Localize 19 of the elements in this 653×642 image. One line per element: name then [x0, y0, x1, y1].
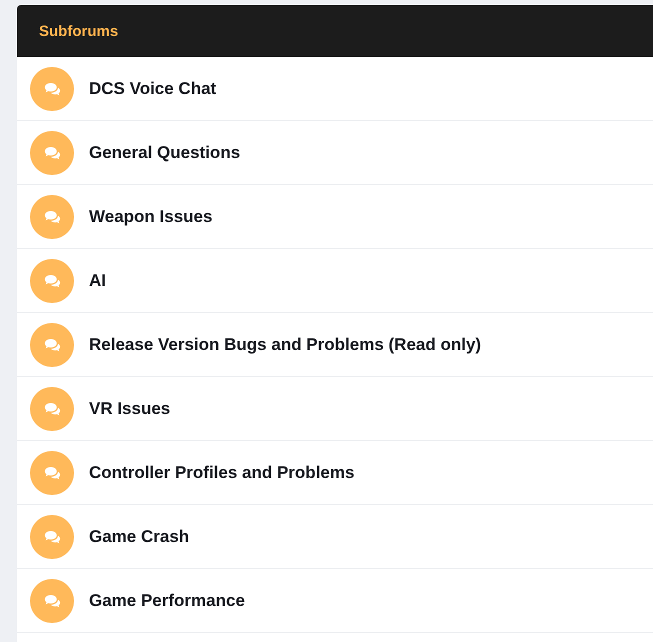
chat-icon — [30, 194, 74, 238]
subforum-link[interactable]: Game Crash — [89, 526, 190, 546]
subforum-link[interactable]: Weapon Issues — [89, 206, 212, 226]
chat-icon — [30, 450, 74, 494]
chat-icon — [30, 130, 74, 174]
chat-icon — [30, 578, 74, 622]
subforum-link[interactable]: Game Performance — [89, 590, 245, 610]
chat-icon — [30, 322, 74, 366]
chat-icon — [30, 514, 74, 558]
panel-title: Subforums — [39, 22, 118, 40]
subforum-link[interactable]: VR Issues — [89, 398, 170, 418]
chat-icon — [30, 386, 74, 430]
subforum-link[interactable]: Release Version Bugs and Problems (Read only) — [89, 334, 482, 354]
subforum-link[interactable]: DCS Voice Chat — [89, 78, 216, 98]
subforum-link[interactable]: Controller Profiles and Problems — [89, 462, 354, 482]
chat-icon — [30, 66, 74, 110]
subforum-link[interactable]: AI — [89, 270, 106, 290]
chat-icon — [30, 258, 74, 302]
subforum-link[interactable]: General Questions — [89, 142, 240, 162]
